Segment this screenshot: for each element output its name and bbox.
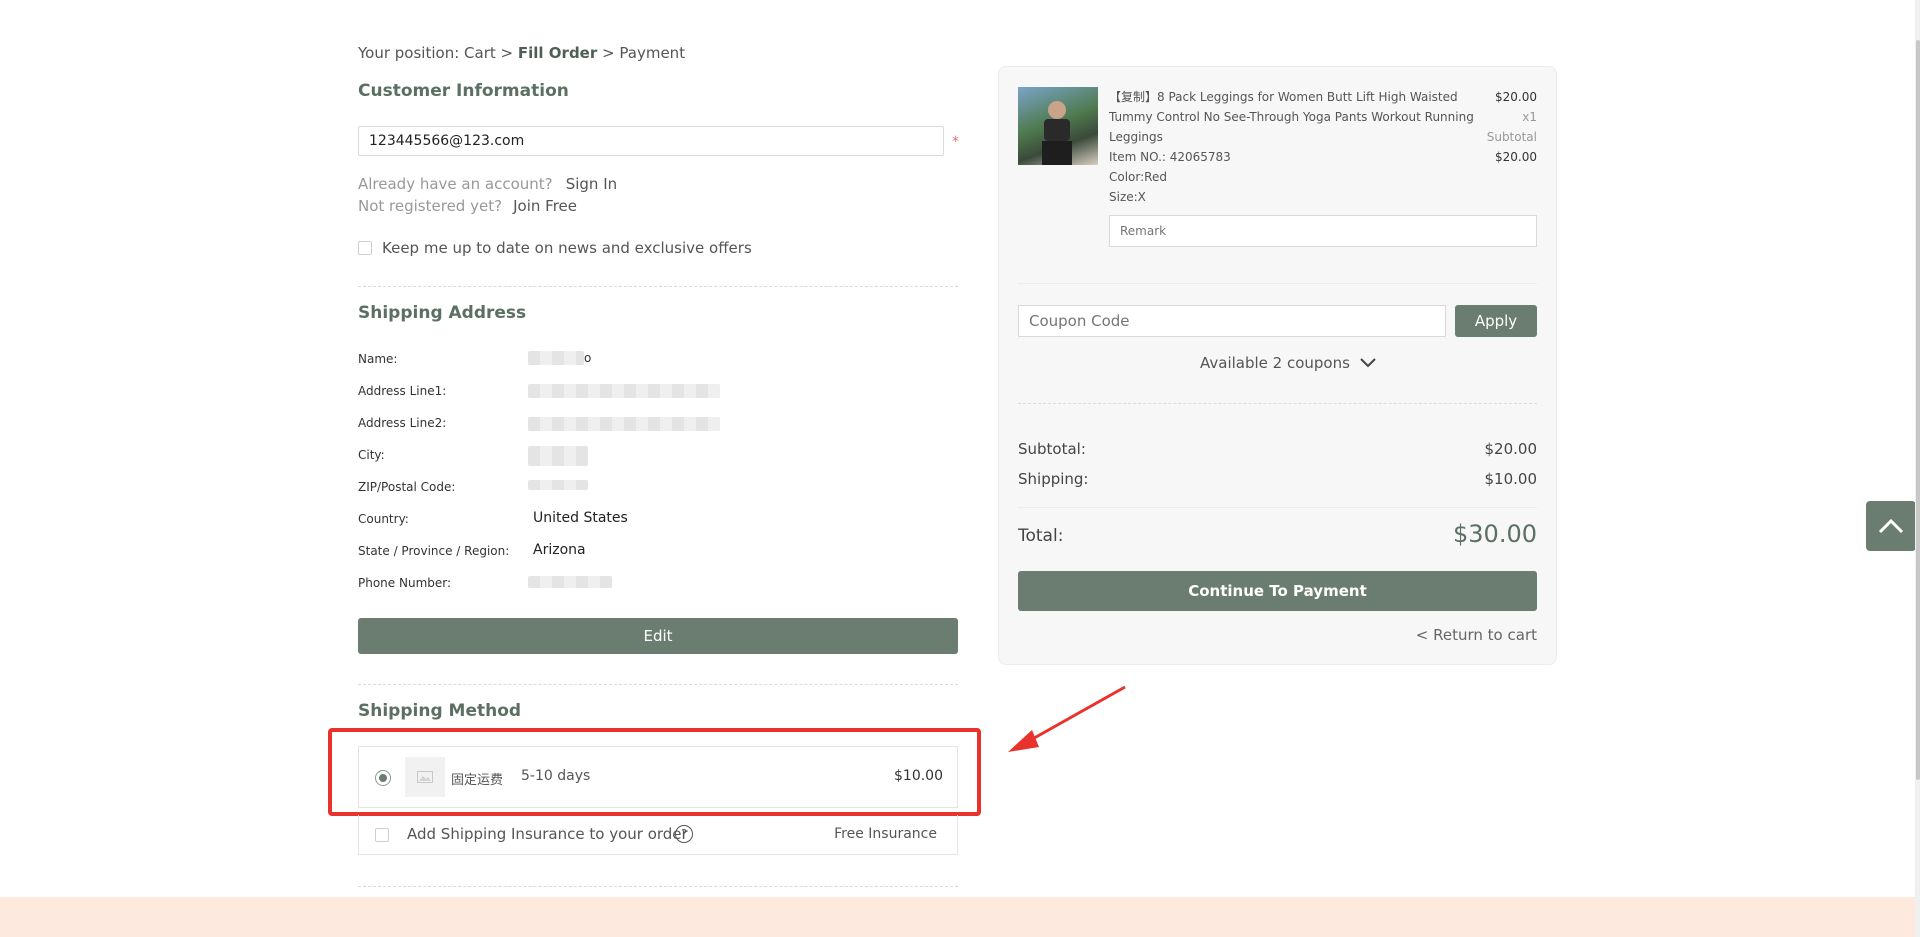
product-subtotal-label: Subtotal: [1486, 130, 1537, 144]
required-mark: *: [952, 134, 959, 150]
divider: [1018, 507, 1537, 508]
breadcrumb-payment: Payment: [619, 44, 686, 62]
annotation-highlight-box: [328, 728, 981, 816]
redacted-phone: [528, 576, 612, 588]
total-value: $30.00: [1453, 520, 1537, 548]
sign-in-row: Already have an account? Sign In: [358, 174, 617, 193]
state-label: State / Province / Region:: [358, 544, 510, 558]
product-item-no: Item NO.: 42065783: [1109, 150, 1231, 164]
chevron-up-icon: [1878, 518, 1904, 534]
breadcrumb: Your position: Cart > Fill Order > Payme…: [358, 44, 685, 62]
product-color: Color:Red: [1109, 170, 1167, 184]
breadcrumb-prefix: Your position:: [358, 44, 460, 62]
product-subtotal-value: $20.00: [1495, 150, 1537, 164]
name-label: Name:: [358, 352, 398, 366]
coupon-code-input[interactable]: [1018, 305, 1446, 337]
divider: [1018, 403, 1537, 404]
summary-shipping-label: Shipping:: [1018, 470, 1089, 488]
edit-address-button[interactable]: Edit: [358, 618, 958, 654]
insurance-label: Add Shipping Insurance to your order: [407, 825, 688, 843]
summary-subtotal-value: $20.00: [1484, 440, 1538, 458]
back-to-top-button[interactable]: [1866, 501, 1916, 551]
remark-input[interactable]: [1109, 215, 1537, 247]
summary-subtotal-label: Subtotal:: [1018, 440, 1086, 458]
redacted-address-line2: [528, 417, 720, 431]
shipping-address-title: Shipping Address: [358, 303, 527, 323]
address-line1-label: Address Line1:: [358, 384, 447, 398]
divider: [1018, 283, 1537, 284]
breadcrumb-sep: >: [602, 44, 615, 62]
redacted-city: [528, 446, 588, 466]
product-size: Size:X: [1109, 190, 1146, 204]
shipping-method-title: Shipping Method: [358, 701, 522, 721]
register-row: Not registered yet? Join Free: [358, 196, 577, 215]
redacted-address-line1: [528, 384, 720, 398]
name-value: o: [528, 351, 591, 365]
redacted-name: [528, 351, 584, 365]
sign-in-link[interactable]: Sign In: [566, 175, 617, 193]
product-price: $20.00: [1495, 90, 1537, 104]
product-thumbnail[interactable]: [1018, 87, 1098, 165]
continue-to-payment-button[interactable]: Continue To Payment: [1018, 571, 1537, 611]
product-qty: x1: [1522, 110, 1537, 124]
country-value: United States: [533, 510, 628, 526]
email-field[interactable]: [358, 126, 944, 156]
newsletter-row: Keep me up to date on news and exclusive…: [358, 239, 752, 257]
divider: [358, 286, 958, 287]
breadcrumb-cart[interactable]: Cart: [464, 44, 496, 62]
state-value: Arizona: [533, 542, 586, 558]
footer-band: [0, 897, 1915, 937]
available-coupons-label: Available 2 coupons: [1200, 354, 1350, 372]
chevron-down-icon: [1360, 358, 1376, 368]
city-label: City:: [358, 448, 385, 462]
product-title[interactable]: 【复制】8 Pack Leggings for Women Butt Lift …: [1109, 87, 1479, 147]
customer-info-title: Customer Information: [358, 81, 569, 101]
register-question: Not registered yet?: [358, 197, 503, 215]
shipping-insurance-row: Add Shipping Insurance to your order ? F…: [358, 815, 958, 855]
apply-coupon-button[interactable]: Apply: [1455, 305, 1537, 337]
summary-shipping-value: $10.00: [1484, 470, 1538, 488]
address-line2-label: Address Line2:: [358, 416, 447, 430]
scrollbar-thumb[interactable]: [1916, 40, 1920, 780]
phone-label: Phone Number:: [358, 576, 452, 590]
return-to-cart-link[interactable]: < Return to cart: [1416, 626, 1537, 644]
available-coupons-toggle[interactable]: Available 2 coupons: [1200, 354, 1376, 372]
annotation-arrow-icon: [1008, 685, 1126, 752]
breadcrumb-sep: >: [500, 44, 514, 62]
newsletter-label: Keep me up to date on news and exclusive…: [382, 239, 752, 257]
insurance-value: Free Insurance: [834, 826, 937, 842]
redacted-zip: [528, 480, 588, 490]
zip-label: ZIP/Postal Code:: [358, 480, 456, 494]
help-icon[interactable]: ?: [675, 825, 693, 843]
account-question: Already have an account?: [358, 175, 553, 193]
newsletter-checkbox[interactable]: [358, 241, 372, 255]
divider: [358, 684, 958, 685]
country-label: Country:: [358, 512, 409, 526]
breadcrumb-fill-order: Fill Order: [517, 44, 598, 62]
insurance-checkbox[interactable]: [375, 828, 389, 842]
divider: [358, 886, 958, 887]
total-label: Total:: [1018, 526, 1064, 546]
join-free-link[interactable]: Join Free: [513, 197, 577, 215]
